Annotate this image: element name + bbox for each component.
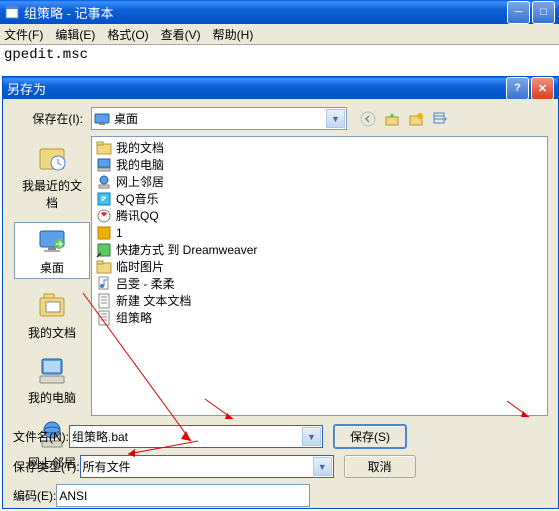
filetype-label: 保存类型(T): (13, 458, 80, 475)
list-item[interactable]: 组策略 (94, 309, 545, 326)
shortcut-icon (96, 208, 112, 224)
folder-icon (96, 259, 112, 275)
menu-edit[interactable]: 编辑(E) (55, 26, 95, 43)
audio-icon (96, 276, 112, 292)
back-icon[interactable] (359, 110, 377, 128)
computer-icon (36, 355, 68, 387)
save-button[interactable]: 保存(S) (333, 424, 407, 449)
sidebar-item-label: 我的电脑 (17, 389, 87, 406)
minimize-button[interactable]: ─ (507, 1, 530, 24)
shortcut-icon (96, 242, 112, 258)
places-bar: 我最近的文档 桌面 我的文档 我的电脑 网上邻居 (13, 136, 91, 416)
notepad-titlebar: 组策略 - 记事本 ─ □ (0, 0, 559, 24)
encoding-value: ANSI (59, 489, 87, 503)
file-list[interactable]: 我的文档 我的电脑 网上邻居 QQ音乐 腾讯QQ 1 快捷方式 到 Dreamw… (91, 136, 548, 416)
sidebar-item-computer[interactable]: 我的电脑 (14, 352, 90, 409)
save-as-dialog: 另存为 ? ✕ 保存在(I): 桌面 ▼ (2, 76, 559, 509)
recent-icon (36, 143, 68, 175)
folder-icon (96, 140, 112, 156)
list-item[interactable]: QQ音乐 (94, 190, 545, 207)
list-item[interactable]: 腾讯QQ (94, 207, 545, 224)
list-item[interactable]: 网上邻居 (94, 173, 545, 190)
filename-label: 文件名(N): (13, 428, 69, 445)
sidebar-item-label: 我的文档 (17, 324, 87, 341)
menu-format[interactable]: 格式(O) (107, 26, 148, 43)
chevron-down-icon[interactable]: ▼ (313, 457, 332, 476)
list-item[interactable]: 1 (94, 224, 545, 241)
cancel-button[interactable]: 取消 (344, 455, 416, 478)
list-item[interactable]: 我的文档 (94, 139, 545, 156)
sidebar-item-label: 桌面 (17, 259, 87, 276)
help-button[interactable]: ? (506, 77, 529, 100)
chevron-down-icon[interactable]: ▼ (326, 109, 345, 128)
notepad-icon (4, 4, 20, 20)
notepad-content[interactable]: gpedit.msc (0, 45, 559, 77)
desktop-icon (36, 225, 68, 257)
sidebar-item-documents[interactable]: 我的文档 (14, 287, 90, 344)
desktop-icon (94, 111, 110, 127)
list-item[interactable]: 快捷方式 到 Dreamweaver (94, 241, 545, 258)
list-item[interactable]: 我的电脑 (94, 156, 545, 173)
encoding-label: 编码(E): (13, 487, 56, 504)
close-button[interactable]: ✕ (531, 77, 554, 100)
shortcut-icon (96, 191, 112, 207)
save-in-combo[interactable]: 桌面 ▼ (91, 107, 347, 130)
filetype-value: 所有文件 (83, 458, 131, 475)
dialog-titlebar: 另存为 ? ✕ (3, 77, 558, 99)
dialog-title: 另存为 (7, 79, 504, 98)
filename-input[interactable]: 组策略.bat ▼ (69, 425, 323, 448)
shortcut-icon (96, 225, 112, 241)
encoding-combo[interactable]: ANSI (56, 484, 310, 507)
list-item[interactable]: 临时图片 (94, 258, 545, 275)
network-icon (96, 174, 112, 190)
save-in-value: 桌面 (114, 110, 138, 127)
list-item[interactable]: 吕雯 - 柔柔 (94, 275, 545, 292)
sidebar-item-recent[interactable]: 我最近的文档 (14, 140, 90, 214)
notepad-title: 组策略 - 记事本 (24, 3, 505, 22)
sidebar-item-desktop[interactable]: 桌面 (14, 222, 90, 279)
maximize-button[interactable]: □ (532, 1, 555, 24)
filename-value: 组策略.bat (72, 428, 128, 445)
menu-file[interactable]: 文件(F) (4, 26, 43, 43)
menu-view[interactable]: 查看(V) (161, 26, 201, 43)
documents-icon (36, 290, 68, 322)
notepad-menubar: 文件(F) 编辑(E) 格式(O) 查看(V) 帮助(H) (0, 24, 559, 45)
computer-icon (96, 157, 112, 173)
views-icon[interactable] (431, 110, 449, 128)
sidebar-item-label: 我最近的文档 (17, 177, 87, 211)
list-item[interactable]: 新建 文本文档 (94, 292, 545, 309)
save-in-label: 保存在(I): (13, 110, 83, 127)
chevron-down-icon[interactable]: ▼ (302, 427, 321, 446)
text-icon (96, 293, 112, 309)
menu-help[interactable]: 帮助(H) (213, 26, 254, 43)
filetype-combo[interactable]: 所有文件 ▼ (80, 455, 334, 478)
text-icon (96, 310, 112, 326)
new-folder-icon[interactable] (407, 110, 425, 128)
up-icon[interactable] (383, 110, 401, 128)
